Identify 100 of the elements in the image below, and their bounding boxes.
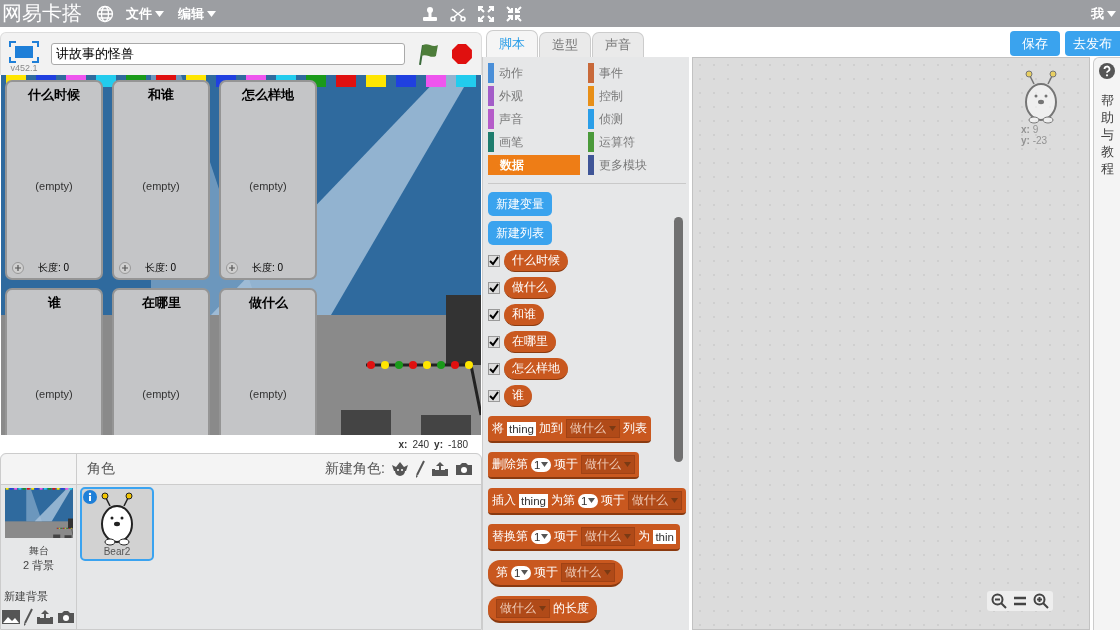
- editor-tab[interactable]: 造型: [539, 32, 591, 57]
- stack-block[interactable]: 将 thing 加到 做什么 列表: [488, 416, 651, 443]
- sprite-tile[interactable]: Bear2: [80, 487, 154, 561]
- list-reporter-block[interactable]: 在哪里: [504, 331, 556, 353]
- category-item[interactable]: 运算符: [588, 132, 688, 152]
- info-icon[interactable]: [83, 490, 97, 504]
- menu-item[interactable]: 文件: [124, 4, 166, 23]
- checkbox[interactable]: [488, 282, 500, 294]
- upload-icon[interactable]: [36, 609, 54, 625]
- list-reporter-block[interactable]: 什么时候: [504, 250, 568, 272]
- reset-zoom-icon[interactable]: [1013, 595, 1027, 607]
- category-item[interactable]: 声音: [488, 109, 588, 129]
- list-monitor[interactable]: 谁 (empty): [5, 288, 103, 435]
- palette-button[interactable]: 新建变量: [488, 192, 552, 216]
- text-input-field[interactable]: thing: [507, 421, 536, 436]
- stack-block[interactable]: 替换第 1 项于 做什么 为 thin: [488, 524, 680, 551]
- checkbox[interactable]: [488, 336, 500, 348]
- list-reporter-block[interactable]: 做什么: [504, 277, 556, 299]
- add-item-icon[interactable]: [12, 262, 24, 274]
- stop-icon[interactable]: [451, 43, 473, 65]
- caret-icon: [671, 498, 679, 503]
- project-title-field[interactable]: 讲故事的怪兽: [51, 43, 406, 65]
- block-text: 为第: [550, 493, 575, 508]
- mouse-y-value: -180: [448, 438, 468, 450]
- list-empty-text: (empty): [35, 180, 73, 192]
- category-item[interactable]: 数据: [488, 155, 580, 175]
- category-item[interactable]: 画笔: [488, 132, 588, 152]
- add-item-icon[interactable]: [226, 262, 238, 274]
- number-dropdown[interactable]: 1: [531, 457, 552, 472]
- list-dropdown[interactable]: 做什么: [561, 563, 616, 582]
- reporter-block[interactable]: 第 1 项于 做什么: [488, 560, 624, 587]
- version-label: v452.1: [10, 63, 38, 73]
- editor-tab[interactable]: 脚本: [486, 30, 538, 57]
- upload-icon[interactable]: [431, 461, 449, 477]
- list-length: 长度: 0: [38, 261, 70, 275]
- checkbox[interactable]: [488, 390, 500, 402]
- list-empty-text: (empty): [249, 388, 287, 400]
- category-item[interactable]: 控制: [588, 86, 688, 106]
- help-icon[interactable]: [1099, 63, 1115, 79]
- category-item[interactable]: 侦测: [588, 109, 688, 129]
- shrink-icon[interactable]: [506, 5, 522, 22]
- list-reporter-block[interactable]: 和谁: [504, 304, 544, 326]
- check-icon: [489, 364, 499, 374]
- list-monitor[interactable]: 在哪里 (empty): [112, 288, 210, 435]
- mouse-y-label: y:: [434, 438, 443, 450]
- list-monitor[interactable]: 什么时候 (empty) 长度: 0: [5, 80, 103, 280]
- list-monitor[interactable]: 做什么 (empty): [219, 288, 317, 435]
- globe-icon[interactable]: [96, 4, 114, 23]
- list-dropdown[interactable]: 做什么: [581, 455, 636, 474]
- scrollbar[interactable]: [674, 217, 683, 462]
- action-button[interactable]: 保存: [1010, 31, 1060, 56]
- palette-button[interactable]: 新建列表: [488, 221, 552, 245]
- picture-icon[interactable]: [2, 610, 20, 624]
- list-monitor[interactable]: 和谁 (empty) 长度: 0: [112, 80, 210, 280]
- paint-brush-icon[interactable]: [23, 608, 33, 626]
- category-item[interactable]: 事件: [588, 63, 688, 83]
- list-monitor[interactable]: 怎么样地 (empty) 长度: 0: [219, 80, 317, 280]
- caret-icon: [624, 462, 632, 467]
- stack-block[interactable]: 插入 thing 为第 1 项于 做什么: [488, 488, 687, 515]
- flag-icon[interactable]: [417, 42, 440, 66]
- user-menu[interactable]: 我: [1089, 4, 1118, 23]
- block-text: 插入: [492, 493, 516, 508]
- stamp-icon[interactable]: [422, 5, 438, 22]
- list-dropdown[interactable]: 做什么: [565, 419, 620, 438]
- number-dropdown[interactable]: 1: [531, 529, 552, 544]
- list-dropdown[interactable]: 做什么: [628, 491, 683, 510]
- text-input-field[interactable]: thin: [653, 529, 676, 544]
- list-dropdown[interactable]: 做什么: [581, 527, 636, 546]
- scissors-icon[interactable]: [450, 5, 466, 22]
- app-logo[interactable]: 网易卡搭: [2, 0, 82, 27]
- checkbox[interactable]: [488, 363, 500, 375]
- caret-icon: [604, 570, 612, 575]
- sprite-library-icon[interactable]: [391, 461, 409, 477]
- text-input-field[interactable]: thing: [519, 493, 548, 508]
- add-item-icon[interactable]: [119, 262, 131, 274]
- checkbox[interactable]: [488, 309, 500, 321]
- checkbox[interactable]: [488, 255, 500, 267]
- stack-block[interactable]: 删除第 1 项于 做什么: [488, 452, 640, 479]
- category-item[interactable]: 更多模块: [588, 155, 688, 175]
- editor-tab[interactable]: 声音: [592, 32, 644, 57]
- grow-icon[interactable]: [478, 5, 494, 22]
- number-dropdown[interactable]: 1: [511, 565, 532, 580]
- list-reporter-block[interactable]: 怎么样地: [504, 358, 568, 380]
- menu-item[interactable]: 编辑: [176, 4, 218, 23]
- list-dropdown[interactable]: 做什么: [496, 599, 550, 618]
- camera-icon[interactable]: [57, 610, 75, 624]
- fullscreen-icon[interactable]: [9, 41, 39, 63]
- camera-icon[interactable]: [455, 462, 473, 476]
- list-empty-text: (empty): [35, 388, 73, 400]
- action-button[interactable]: 去发布: [1065, 31, 1120, 56]
- help-tab-label[interactable]: 帮助与教程: [1100, 93, 1114, 178]
- number-dropdown[interactable]: 1: [577, 493, 599, 508]
- caret-icon: [541, 462, 549, 467]
- zoom-out-icon[interactable]: [991, 593, 1007, 609]
- list-reporter-block[interactable]: 谁: [504, 385, 532, 407]
- category-item[interactable]: 外观: [488, 86, 588, 106]
- reporter-block[interactable]: 做什么 的长度: [488, 596, 597, 623]
- paint-brush-icon[interactable]: [415, 460, 425, 478]
- category-item[interactable]: 动作: [488, 63, 588, 83]
- zoom-in-icon[interactable]: [1033, 593, 1049, 609]
